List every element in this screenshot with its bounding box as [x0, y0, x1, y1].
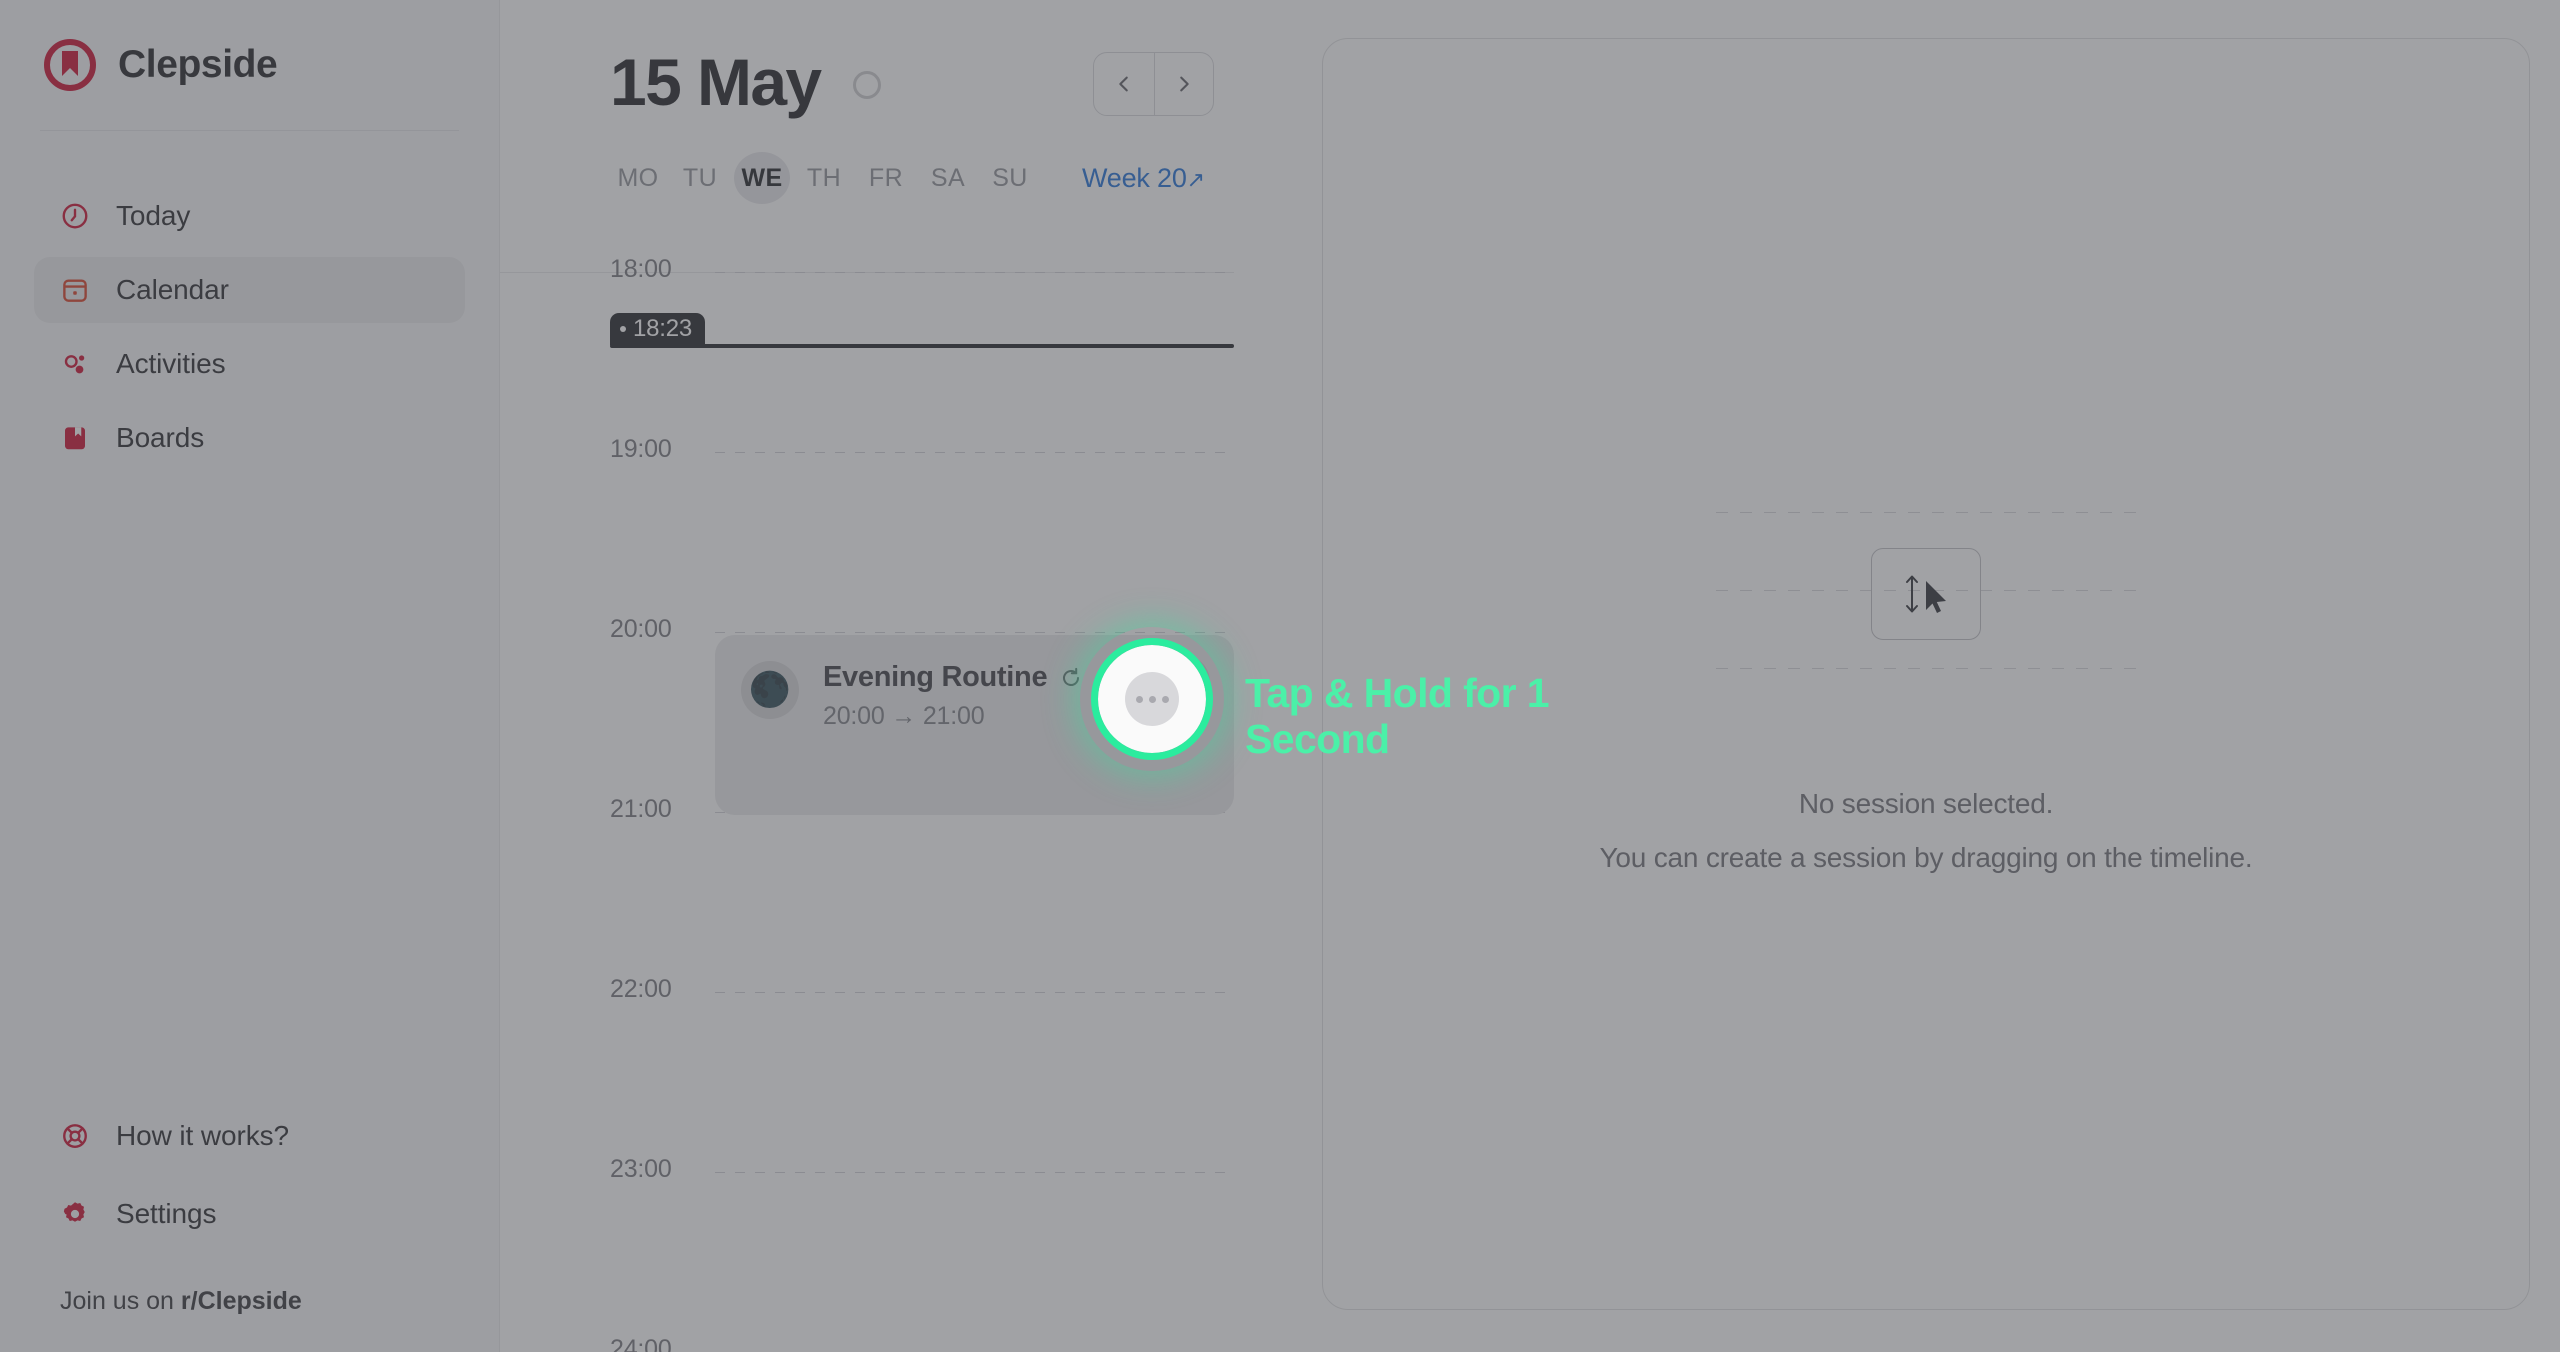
empty-title: No session selected.: [1798, 788, 2054, 819]
session-emoji: 🌑: [748, 671, 792, 709]
sidebar-item-label: Boards: [116, 422, 205, 453]
session-time-range: 20:00 → 21:00: [823, 702, 985, 730]
clock-icon: [60, 201, 90, 231]
sidebar-bottom: How it works? Settings Join us on r/Clep…: [34, 1103, 465, 1352]
sidebar-item-label: How it works?: [116, 1120, 289, 1151]
arrow-up-right-icon: ↗: [1186, 166, 1205, 192]
calendar-header: 15 May MO TU WE TH FR SA SU Week 20↗: [610, 0, 1322, 206]
current-time-label: 18:23: [633, 315, 693, 342]
hour-label: 21:00: [610, 795, 672, 823]
next-day-button[interactable]: [1153, 53, 1214, 115]
session-text: Evening Routine 20:00 → 21:00: [823, 659, 1083, 731]
session-title: Evening Routine: [823, 661, 1048, 693]
spinner-icon: [852, 71, 881, 99]
week-link[interactable]: Week 20↗: [1082, 163, 1205, 194]
current-time-line: [610, 344, 1234, 348]
sidebar-item-label: Today: [116, 200, 191, 231]
ellipsis-dot: [1148, 695, 1156, 703]
repeat-icon: [1063, 667, 1080, 686]
weekday-mo[interactable]: MO: [610, 152, 666, 204]
hour-gridline: [715, 272, 1234, 273]
hour-label: 20:00: [610, 615, 672, 643]
weekday-fr[interactable]: FR: [858, 152, 914, 204]
week-link-label: Week 20: [1082, 162, 1187, 193]
sidebar-item-activities[interactable]: Activities: [34, 331, 465, 397]
book-icon: [60, 423, 90, 453]
empty-illustration: [1716, 474, 2136, 714]
sidebar: Clepside Today Calendar Activities Board…: [0, 0, 500, 1352]
chevron-left-icon: [1119, 76, 1128, 92]
weekday-tu[interactable]: TU: [672, 152, 728, 204]
hour-label: 22:00: [610, 975, 672, 1003]
ellipsis-dot: [1135, 695, 1143, 703]
hour-label: 18:00: [610, 255, 672, 283]
sidebar-item-settings[interactable]: Settings: [34, 1181, 465, 1247]
ellipsis-icon[interactable]: [1125, 672, 1179, 726]
avatar: 🌑: [741, 661, 799, 719]
hour-label: 19:00: [610, 435, 672, 463]
reddit-line: Join us on r/Clepside: [34, 1259, 465, 1316]
hour-label: 23:00: [610, 1155, 672, 1183]
hour-label: 24:00: [610, 1335, 672, 1352]
bookmark-circle-logo: [43, 38, 97, 92]
brand: Clepside: [34, 0, 465, 130]
brand-name: Clepside: [118, 43, 278, 86]
hour-gridline: [715, 1172, 1234, 1173]
current-time-dot: [620, 326, 626, 332]
empty-hint: You can create a session by dragging on …: [1599, 842, 2253, 873]
sidebar-item-calendar[interactable]: Calendar: [34, 257, 465, 323]
page-title: 15 May: [610, 45, 822, 119]
coachmark-text: Tap & Hold for 1 Second: [1245, 670, 1550, 763]
weekday-row: MO TU WE TH FR SA SU Week 20↗: [610, 150, 1322, 206]
sidebar-divider: [40, 130, 459, 131]
prev-day-button[interactable]: [1094, 53, 1154, 115]
activities-icon: [60, 349, 90, 379]
timeline[interactable]: 18:00 19:00 20:00 21:00 22:00 23:00 24:0…: [610, 255, 1322, 1352]
lifebuoy-icon: [60, 1121, 90, 1151]
weekday-th[interactable]: TH: [796, 152, 852, 204]
date-nav-group: [1093, 52, 1214, 116]
app-window: Clepside Today Calendar Activities Board…: [0, 0, 2560, 1352]
sidebar-item-how-it-works[interactable]: How it works?: [34, 1103, 465, 1169]
hour-gridline: [715, 452, 1234, 453]
calendar-icon: [60, 275, 90, 305]
coachmark-highlight[interactable]: [1091, 638, 1213, 760]
reddit-prefix: Join us on: [60, 1287, 181, 1315]
weekday-su[interactable]: SU: [982, 152, 1038, 204]
session-title-row: Evening Routine: [823, 661, 1083, 694]
ellipsis-dot: [1161, 695, 1169, 703]
sidebar-item-label: Calendar: [116, 274, 229, 305]
weekday-we[interactable]: WE: [734, 152, 790, 204]
hour-gridline: [715, 992, 1234, 993]
gear-icon: [60, 1199, 90, 1229]
weekday-sa[interactable]: SA: [920, 152, 976, 204]
sidebar-item-today[interactable]: Today: [34, 183, 465, 249]
sidebar-item-label: Activities: [116, 348, 226, 379]
drag-hint-box: [1871, 548, 1981, 640]
current-time-pill: 18:23: [610, 313, 706, 345]
drag-vertical-cursor-icon: [1906, 575, 1946, 613]
sidebar-item-label: Settings: [116, 1198, 217, 1229]
sidebar-nav: Today Calendar Activities Boards: [34, 183, 465, 471]
title-row: 15 May: [610, 34, 1322, 130]
sidebar-item-boards[interactable]: Boards: [34, 405, 465, 471]
reddit-link[interactable]: r/Clepside: [181, 1287, 302, 1315]
chevron-right-icon: [1179, 76, 1189, 92]
